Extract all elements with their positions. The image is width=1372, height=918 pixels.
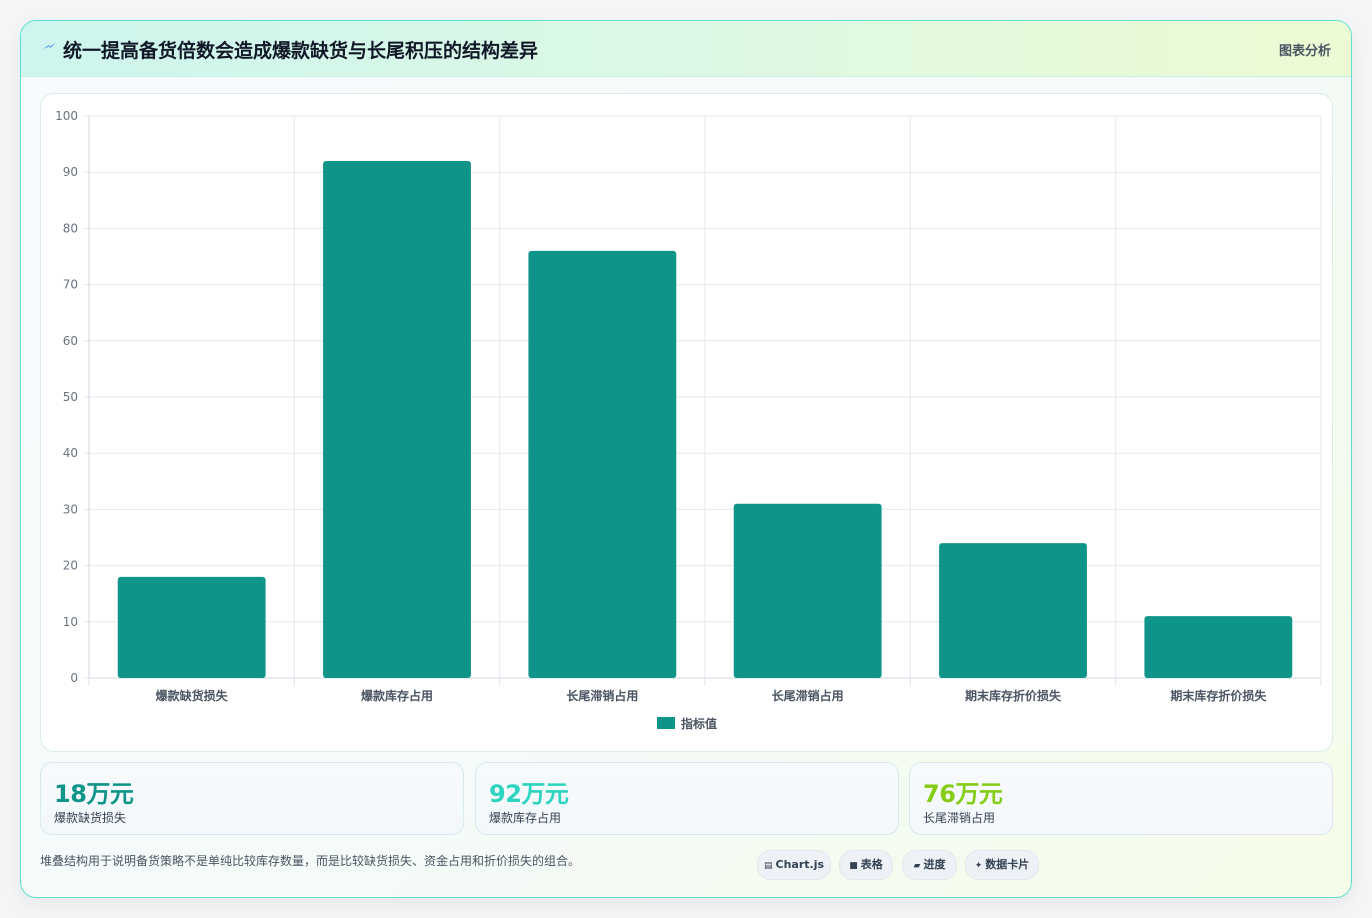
bar [1144, 616, 1293, 678]
x-tick-label: 爆款缺货损失 [156, 688, 229, 703]
stat-card-stockout: 18万元 爆款缺货损失 [40, 762, 464, 835]
stat-value: 18万元 [54, 780, 134, 808]
y-tick-label: 80 [63, 221, 78, 235]
x-tick-label: 长尾滞销占用 [566, 688, 638, 703]
chip-data-card[interactable]: ✦ 数据卡片 [965, 850, 1039, 880]
x-tick-label: 长尾滞销占用 [772, 688, 844, 703]
stat-card-longtail: 76万元 长尾滞销占用 [909, 762, 1333, 835]
bar [733, 503, 882, 678]
stat-card-hot-inventory: 92万元 爆款库存占用 [475, 762, 899, 835]
chip-label: 进度 [923, 858, 946, 871]
bar [323, 160, 471, 679]
bar [528, 250, 677, 678]
y-tick-label: 20 [63, 559, 78, 573]
chart-card: 统一提高备货倍数会造成爆款缺货与长尾积压的结构差异 图表分析 0 10 20 30 40… [20, 20, 1352, 898]
y-tick-label: 60 [63, 334, 78, 348]
stat-value: 92万元 [489, 780, 569, 808]
footnote: 堆叠结构用于说明备货策略不是单纯比较库存数量，而是比较缺货损失、资金占用和折价损… [40, 854, 581, 868]
y-tick-label: 90 [63, 165, 78, 179]
x-tick-label: 期末库存折价损失 [965, 688, 1062, 703]
x-tick-label: 爆款库存占用 [361, 688, 433, 703]
chip-label: 表格 [860, 858, 883, 871]
chip-progress[interactable]: ▰ 进度 [902, 850, 957, 880]
y-tick-label: 100 [55, 109, 78, 123]
stat-label: 爆款缺货损失 [54, 811, 127, 825]
chart-analysis-tag: 图表分析 [1278, 44, 1331, 59]
y-tick-label: 50 [63, 390, 78, 404]
chip-chartjs[interactable]: ▤ Chart.js [757, 850, 831, 880]
bar-chart: 0 10 20 30 40 50 60 70 80 90 100 爆款缺货损失 爆款库存占用 长尾滞销占用… [55, 109, 1322, 731]
bar [939, 543, 1087, 678]
y-tick-label: 10 [63, 615, 78, 629]
legend-swatch [657, 717, 675, 729]
bar [117, 576, 266, 678]
legend-label: 指标值 [681, 716, 717, 731]
chip-label: Chart.js [775, 858, 825, 871]
chart-icon: ▤ [763, 861, 773, 871]
x-tick-label: 期末库存折价损失 [1170, 688, 1267, 703]
stat-label: 爆款库存占用 [489, 811, 562, 825]
chart-panel: 0 10 20 30 40 50 60 70 80 90 100 爆款缺货损失 爆款库存占用 长尾滞销占用… [40, 93, 1333, 752]
card-header: 统一提高备货倍数会造成爆款缺货与长尾积压的结构差异 图表分析 [21, 21, 1351, 77]
y-tick-label: 30 [63, 502, 78, 516]
progress-icon: ▰ [913, 861, 921, 871]
card-icon: ✦ [974, 861, 983, 871]
lightning-icon [43, 43, 56, 49]
y-tick-label: 70 [63, 278, 78, 292]
page-title: 统一提高备货倍数会造成爆款缺货与长尾积压的结构差异 [63, 40, 539, 62]
y-tick-label: 40 [63, 446, 78, 460]
y-tick-label: 0 [70, 671, 78, 685]
chip-table[interactable]: ■ 表格 [839, 850, 893, 880]
chip-label: 数据卡片 [985, 858, 1030, 871]
table-icon: ■ [849, 861, 858, 871]
stat-label: 长尾滞销占用 [923, 811, 996, 825]
stat-value: 76万元 [923, 780, 1003, 808]
